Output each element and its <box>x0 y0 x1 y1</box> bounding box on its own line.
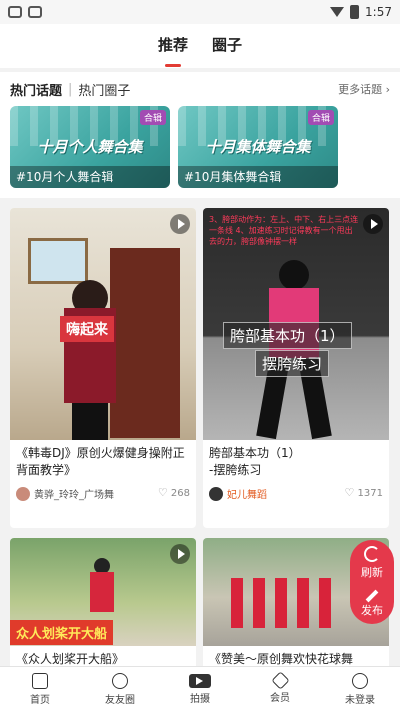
floating-action-bar: 刷新 发布 <box>350 540 394 624</box>
notification-icons <box>8 6 42 18</box>
divider: | <box>68 81 73 97</box>
like-count: 268 <box>170 488 190 499</box>
author-name[interactable]: 妃儿舞蹈 <box>227 486 267 501</box>
dancer-body <box>90 572 114 612</box>
instruction-text: 3、胯部动作为：左上、中下、右上三点连一条线 4、加速练习时记得教有一个甩出去的… <box>209 215 359 246</box>
video-title: 《众人划桨开大船》 <box>16 652 125 666</box>
video-card[interactable]: 众人划桨开大船 《众人划桨开大船》 <box>10 538 196 666</box>
collection-badge: 合辑 <box>307 110 334 125</box>
tab-recommend[interactable]: 推荐 <box>158 34 188 59</box>
nav-label: 友友圈 <box>105 694 135 706</box>
dancer-group <box>231 578 341 628</box>
clock: 1:57 <box>365 5 392 19</box>
heart-icon <box>345 486 355 499</box>
app-notification-icon <box>8 6 22 18</box>
likes[interactable]: 268 <box>158 486 190 499</box>
topic-card-title: 十月集体舞合集 <box>205 138 311 156</box>
video-overlay-text: 胯部基本功（1） <box>223 322 352 349</box>
topic-card-caption: #10月集体舞合辑 <box>178 166 338 188</box>
collection-badge: 合辑 <box>139 110 166 125</box>
topic-card[interactable]: 十月集体舞合集 合辑 #10月集体舞合辑 <box>178 106 338 188</box>
camera-icon <box>189 673 211 688</box>
pen-icon <box>365 589 379 603</box>
smile-icon <box>112 672 128 689</box>
video-title: 《赞美～原创舞欢快花球舞 <box>209 652 354 666</box>
video-overlay-text: 众人划桨开大船 <box>10 620 114 645</box>
hot-circles-tab[interactable]: 热门圈子 <box>78 80 130 99</box>
video-title: 《韩毒DJ》原创火爆健身操附正背面教学》 <box>16 446 185 477</box>
video-overlay-subtext: 摆胯练习 <box>255 350 330 377</box>
door <box>110 248 180 438</box>
more-topics-link[interactable]: 更多话题 <box>338 81 390 97</box>
like-count: 1371 <box>357 488 383 499</box>
bottom-nav: 首页 友友圈 拍摄 会员 未登录 <box>0 666 400 711</box>
nav-profile[interactable]: 未登录 <box>320 667 400 711</box>
battery-icon <box>350 5 360 19</box>
nav-label: 拍摄 <box>190 693 210 705</box>
topic-card-caption: #10月个人舞合辑 <box>10 166 170 188</box>
video-thumbnail: 众人划桨开大船 <box>10 538 196 646</box>
dancer-head <box>279 260 309 290</box>
video-card[interactable]: 3、胯部动作为：左上、中下、右上三点连一条线 4、加速练习时记得教有一个甩出去的… <box>203 208 389 528</box>
nav-home[interactable]: 首页 <box>0 667 80 711</box>
status-bar: 1:57 <box>0 0 400 24</box>
refresh-button[interactable]: 刷新 <box>361 546 383 580</box>
user-icon <box>352 672 368 689</box>
nav-label: 首页 <box>30 694 50 706</box>
video-card[interactable]: 嗨起来 《韩毒DJ》原创火爆健身操附正背面教学》 黄骅_玲玲_广场舞 268 <box>10 208 196 528</box>
publish-button[interactable]: 发布 <box>361 588 383 618</box>
dancer-legs <box>72 403 108 440</box>
play-icon[interactable] <box>363 214 383 234</box>
likes[interactable]: 1371 <box>345 486 383 499</box>
publish-label: 发布 <box>361 604 383 617</box>
avatar[interactable] <box>209 486 223 501</box>
nav-record[interactable]: 拍摄 <box>160 667 240 711</box>
refresh-icon <box>364 546 380 562</box>
diamond-icon <box>270 671 290 690</box>
topic-card-title: 十月个人舞合集 <box>37 138 143 156</box>
nav-label: 会员 <box>270 693 290 704</box>
home-icon <box>32 672 48 689</box>
video-thumbnail: 嗨起来 <box>10 208 196 440</box>
play-icon[interactable] <box>170 214 190 234</box>
nav-membership[interactable]: 会员 <box>240 667 320 711</box>
topic-card[interactable]: 十月个人舞合集 合辑 #10月个人舞合辑 <box>10 106 170 188</box>
nav-label: 未登录 <box>345 694 375 706</box>
play-icon[interactable] <box>170 544 190 564</box>
refresh-label: 刷新 <box>361 566 383 579</box>
wifi-icon <box>330 7 345 17</box>
video-feed: 嗨起来 《韩毒DJ》原创火爆健身操附正背面教学》 黄骅_玲玲_广场舞 268 3… <box>0 206 400 666</box>
video-thumbnail: 3、胯部动作为：左上、中下、右上三点连一条线 4、加速练习时记得教有一个甩出去的… <box>203 208 389 440</box>
nav-friends-circle[interactable]: 友友圈 <box>80 667 160 711</box>
window <box>28 238 88 284</box>
author-name[interactable]: 黄骅_玲玲_广场舞 <box>34 486 114 501</box>
heart-icon <box>158 486 168 499</box>
video-overlay-text: 嗨起来 <box>60 316 114 342</box>
hot-topics-section: 热门话题 | 热门圈子 更多话题 十月个人舞合集 合辑 #10月个人舞合辑 十月… <box>0 72 400 198</box>
app-notification-icon <box>28 6 42 18</box>
tab-circles[interactable]: 圈子 <box>212 34 242 59</box>
hot-topics-tab[interactable]: 热门话题 <box>10 80 62 99</box>
video-title: 胯部基本功（1） -摆胯练习 <box>209 446 301 477</box>
top-tabs: 推荐 圈子 <box>0 24 400 68</box>
avatar[interactable] <box>16 486 30 501</box>
